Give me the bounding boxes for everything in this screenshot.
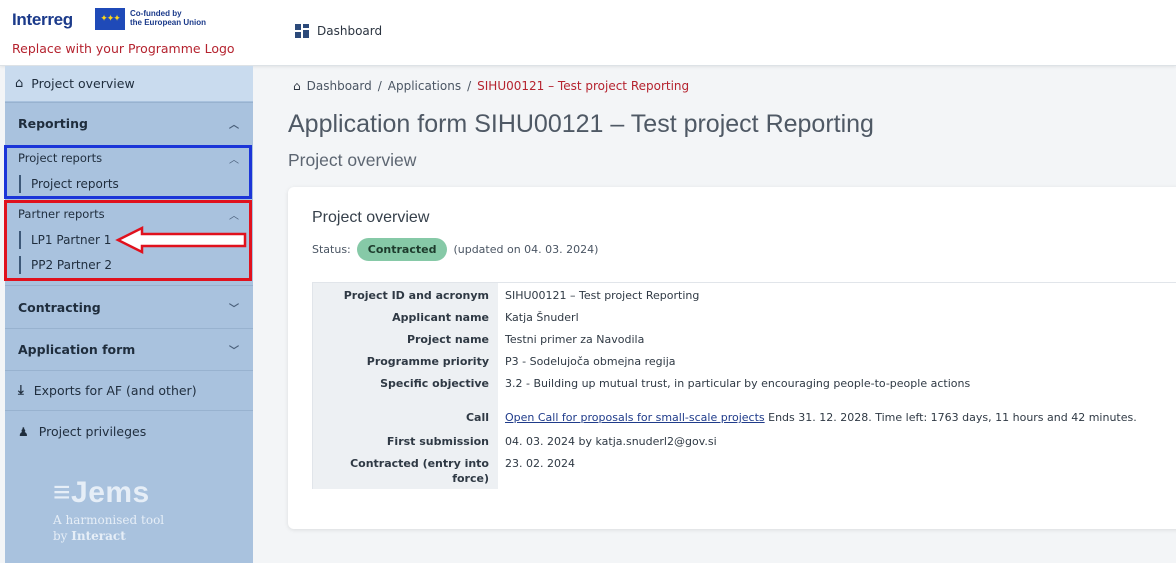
row-value: 04. 03. 2024 by katja.snuderl2@gov.si <box>505 435 717 448</box>
chevron-up-icon: ︿ <box>229 154 239 166</box>
table-row: Specific objective 3.2 - Building up mut… <box>313 371 1176 405</box>
row-label: Specific objective <box>313 371 498 405</box>
sidebar-item-lp1-partner-1[interactable]: LP1 Partner 1 <box>5 229 253 251</box>
sidebar-item-project-privileges[interactable]: ♟ Project privileges <box>5 410 253 452</box>
sidebar-section-label: Contracting <box>18 299 101 315</box>
row-label: Call <box>313 405 498 429</box>
dashboard-nav-link[interactable]: Dashboard <box>295 24 382 38</box>
project-overview-card: Project overview Status: Contracted (upd… <box>288 187 1176 529</box>
sidebar: ⌂ Project overview Reporting ︿ Project r… <box>5 66 253 563</box>
sidebar-section-label: Reporting <box>18 116 88 131</box>
sidebar-group-label: Project reports <box>18 151 103 165</box>
chevron-up-icon: ︿ <box>229 120 239 131</box>
row-label: Contracted (entry into force) <box>313 451 498 489</box>
status-row: Status: Contracted (updated on 04. 03. 2… <box>312 238 598 261</box>
jems-branding: ≡Jems A harmonised tool by Interact <box>53 476 164 544</box>
eu-flag-icon: ✦✦✦ <box>95 8 125 30</box>
row-value: P3 - Sodelujoča obmejna regija <box>505 355 676 368</box>
project-details-table: Project ID and acronym SIHU00121 – Test … <box>312 282 1176 489</box>
sidebar-item-label: Project overview <box>31 76 135 91</box>
sidebar-item-project-reports[interactable]: Project reports <box>5 172 253 196</box>
row-label: Programme priority <box>313 349 498 371</box>
sidebar-item-label: Project reports <box>31 177 119 191</box>
sidebar-group-label: Partner reports <box>18 207 105 221</box>
programme-logo[interactable]: Interreg ✦✦✦ Co-funded by the European U… <box>12 6 252 64</box>
row-label: Applicant name <box>313 305 498 327</box>
sidebar-section-contracting[interactable]: Contracting ﹀ <box>5 285 253 328</box>
page-title: Application form SIHU00121 – Test projec… <box>288 110 874 138</box>
jems-logo: ≡Jems <box>53 476 150 509</box>
table-row: Applicant name Katja Šnuderl <box>313 305 1176 327</box>
jems-tagline: A harmonised tool by Interact <box>53 513 165 543</box>
logo-placeholder-text: Replace with your Programme Logo <box>12 41 235 56</box>
table-row: Project name Testni primer za Navodila <box>313 327 1176 349</box>
table-row: Call Open Call for proposals for small-s… <box>313 405 1176 429</box>
tree-line <box>19 256 21 274</box>
breadcrumb: ⌂ Dashboard / Applications / SIHU00121 –… <box>293 79 689 93</box>
status-badge: Contracted <box>356 238 448 261</box>
users-icon: ♟ <box>18 424 29 439</box>
row-value: Testni primer za Navodila <box>505 333 645 346</box>
sidebar-item-label: Project privileges <box>38 424 147 439</box>
table-row: Contracted (entry into force) 23. 02. 20… <box>313 451 1176 489</box>
grid-icon <box>295 24 309 38</box>
row-label: First submission <box>313 429 498 451</box>
breadcrumb-separator: / <box>377 79 382 93</box>
dashboard-label: Dashboard <box>317 24 383 38</box>
sidebar-item-project-overview[interactable]: ⌂ Project overview <box>5 66 253 101</box>
sidebar-group-project-reports[interactable]: Project reports ︿ <box>5 147 253 169</box>
row-value: Open Call for proposals for small-scale … <box>505 411 1137 424</box>
tree-line <box>19 175 21 193</box>
home-icon: ⌂ <box>15 76 24 91</box>
interreg-logo: Interreg <box>12 10 73 29</box>
table-row: Programme priority P3 - Sodelujoča obmej… <box>313 349 1176 371</box>
sidebar-item-label: Exports for AF (and other) <box>33 383 197 398</box>
breadcrumb-current: SIHU00121 – Test project Reporting <box>477 79 690 93</box>
sidebar-section-application-form[interactable]: Application form ﹀ <box>5 328 253 370</box>
table-row: First submission 04. 03. 2024 by katja.s… <box>313 429 1176 451</box>
table-row: Project ID and acronym SIHU00121 – Test … <box>313 283 1176 305</box>
breadcrumb-link-dashboard[interactable]: Dashboard <box>307 79 372 93</box>
row-value: 3.2 - Building up mutual trust, in parti… <box>505 377 971 390</box>
sidebar-section-reporting[interactable]: Reporting ︿ <box>5 102 253 144</box>
breadcrumb-link-applications[interactable]: Applications <box>388 79 461 93</box>
download-icon: ⤓ <box>18 383 24 398</box>
sidebar-item-pp2-partner-2[interactable]: PP2 Partner 2 <box>5 254 253 276</box>
card-title: Project overview <box>312 209 430 226</box>
row-value: SIHU00121 – Test project Reporting <box>505 289 700 302</box>
tree-line <box>19 231 21 249</box>
row-value: Katja Šnuderl <box>505 311 579 324</box>
home-icon: ⌂ <box>293 79 301 93</box>
sidebar-item-label: PP2 Partner 2 <box>31 258 112 272</box>
sidebar-section-label: Application form <box>18 342 136 357</box>
sidebar-group-partner-reports[interactable]: Partner reports ︿ <box>5 203 253 225</box>
row-value: 23. 02. 2024 <box>505 457 575 470</box>
page-subtitle: Project overview <box>288 150 417 170</box>
breadcrumb-separator: / <box>467 79 472 93</box>
row-label: Project name <box>313 327 498 349</box>
status-label: Status: <box>312 243 351 256</box>
sidebar-item-label: LP1 Partner 1 <box>31 233 112 247</box>
chevron-up-icon: ︿ <box>229 210 239 222</box>
status-updated: (updated on 04. 03. 2024) <box>453 243 599 256</box>
eu-cofunded-text: Co-funded by the European Union <box>130 9 206 27</box>
sidebar-item-exports[interactable]: ⤓ Exports for AF (and other) <box>5 370 253 410</box>
call-link[interactable]: Open Call for proposals for small-scale … <box>505 411 765 424</box>
chevron-down-icon: ﹀ <box>229 303 239 315</box>
top-header: Interreg ✦✦✦ Co-funded by the European U… <box>0 0 1176 66</box>
row-label: Project ID and acronym <box>313 283 498 305</box>
chevron-down-icon: ﹀ <box>229 346 239 357</box>
